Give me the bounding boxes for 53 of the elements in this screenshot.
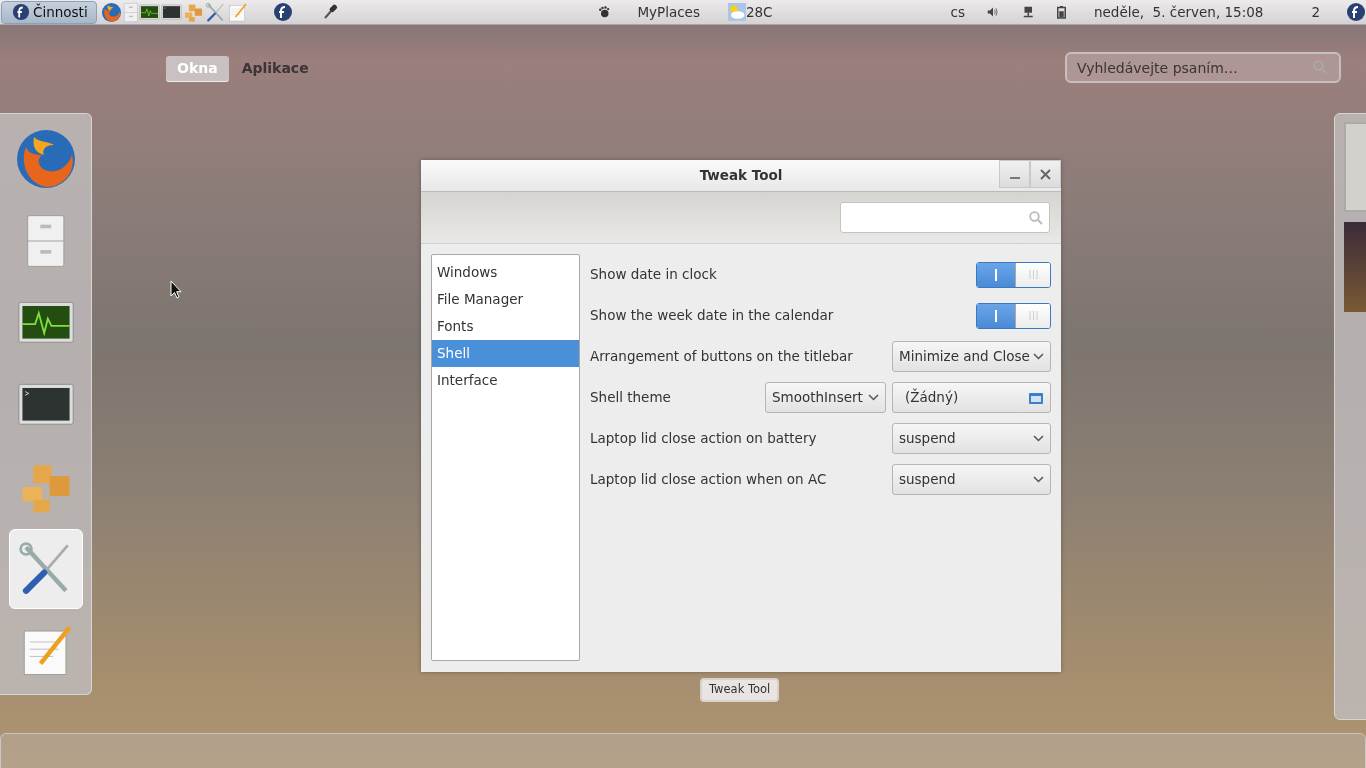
dropdown[interactable]: SmoothInsert xyxy=(765,382,886,413)
terminal-icon[interactable] xyxy=(161,3,183,21)
workspace-thumbnail[interactable] xyxy=(1344,122,1366,212)
setting-label: Show the week date in the calendar xyxy=(590,306,835,326)
dropdown[interactable]: suspend xyxy=(892,423,1051,454)
setting-label: Arrangement of buttons on the titlebar xyxy=(590,347,854,367)
search-field[interactable]: Vyhledávejte psaním… xyxy=(1065,52,1341,83)
toggle-switch[interactable] xyxy=(976,302,1051,329)
workspace-thumbnail[interactable] xyxy=(1344,222,1366,312)
workspace-number[interactable]: 2 xyxy=(1311,1,1320,23)
setting-label: Shell theme xyxy=(590,388,672,408)
system-monitor-icon[interactable] xyxy=(139,3,161,21)
dash-item[interactable] xyxy=(8,529,83,609)
category-item[interactable]: Interface xyxy=(432,367,579,394)
toggle-switch[interactable] xyxy=(976,261,1051,288)
setting-label: Laptop lid close action when on AC xyxy=(590,470,828,490)
dropdown[interactable]: suspend xyxy=(892,464,1051,495)
caret-icon xyxy=(1033,435,1044,442)
category-item[interactable]: Fonts xyxy=(432,313,579,340)
dropdown[interactable]: Minimize and Close xyxy=(892,341,1051,372)
fedora-logo-icon xyxy=(12,3,30,21)
category-item[interactable]: Windows xyxy=(432,259,579,286)
setting-label: Laptop lid close action on battery xyxy=(590,429,818,449)
minimize-icon xyxy=(1009,177,1020,179)
file-chooser-button[interactable]: (Žádný) xyxy=(892,382,1051,413)
close-icon xyxy=(1040,168,1051,180)
network-icon[interactable] xyxy=(1023,4,1034,20)
caret-icon xyxy=(868,394,879,401)
minimize-button[interactable] xyxy=(999,160,1030,188)
search-field[interactable] xyxy=(840,202,1050,233)
fedora-logo-icon[interactable] xyxy=(273,2,294,22)
temperature-label[interactable]: 28C xyxy=(745,2,773,23)
keyboard-layout-label[interactable]: cs xyxy=(950,1,965,23)
foot-icon[interactable] xyxy=(598,4,611,20)
browser-icon[interactable] xyxy=(100,1,122,23)
places-menu[interactable]: MyPlaces xyxy=(637,1,700,23)
caret-icon xyxy=(1033,353,1044,360)
caret-icon xyxy=(1033,476,1044,483)
battery-icon[interactable] xyxy=(1057,3,1068,21)
window-title: Tweak Tool xyxy=(699,166,783,186)
folder-icon xyxy=(1028,390,1044,405)
category-item[interactable]: File Manager xyxy=(432,286,579,313)
mouse-pointer-icon xyxy=(170,280,182,299)
activities-button[interactable]: Činnosti xyxy=(1,0,97,24)
grip-icon xyxy=(1028,311,1038,320)
grip-icon xyxy=(1028,270,1038,279)
search-icon xyxy=(1029,210,1043,225)
clock-label[interactable]: neděle, 5. červen, 15:08 xyxy=(1093,1,1264,23)
wrench-screwdriver-icon[interactable] xyxy=(205,1,227,23)
close-button[interactable] xyxy=(1030,160,1061,188)
window-caption[interactable]: Tweak Tool xyxy=(700,678,780,702)
fedora-logo-icon[interactable] xyxy=(1346,2,1366,22)
setting-label: Show date in clock xyxy=(590,265,718,285)
